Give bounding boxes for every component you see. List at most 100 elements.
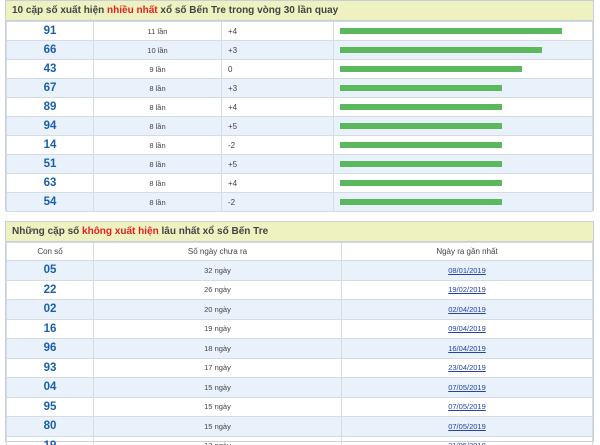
appearance-count: 10 lần [93, 40, 222, 60]
appearance-count: 9 lần [93, 59, 222, 79]
last-date-link[interactable]: 19/02/2019 [448, 285, 486, 294]
last-date-link[interactable]: 16/04/2019 [448, 344, 486, 353]
table-row: 80 15 ngày 07/05/2019 [6, 416, 593, 437]
last-date-cell: 07/05/2019 [341, 416, 593, 437]
title-text-end: xổ số Bến Tre trong vòng 30 lần quay [157, 5, 339, 16]
most-frequent-title: 10 cặp số xuất hiện nhiều nhất xổ số Bến… [6, 1, 593, 21]
table-row: 05 32 ngày 08/01/2019 [6, 260, 593, 281]
pair-number: 14 [6, 135, 94, 155]
last-date-link[interactable]: 07/05/2019 [448, 383, 486, 392]
change-value: +5 [221, 116, 334, 136]
frequency-bar [340, 161, 502, 167]
title-text: Những cặp số [12, 226, 83, 237]
pair-number: 93 [6, 357, 94, 378]
header-days: Số ngày chưa ra [93, 242, 342, 261]
table-row: 51 8 lần +5 [6, 154, 593, 174]
table-row: 93 17 ngày 23/04/2019 [6, 357, 593, 378]
appearance-count: 8 lần [93, 154, 222, 174]
table-row: 95 15 ngày 07/05/2019 [6, 396, 593, 417]
pair-number: 22 [6, 279, 94, 300]
table-row: 02 20 ngày 02/04/2019 [6, 299, 593, 320]
bar-cell [333, 21, 593, 41]
last-date-link[interactable]: 21/05/2019 [448, 441, 486, 445]
table-row: 67 8 lần +3 [6, 78, 593, 98]
days-absent: 15 ngày [93, 377, 342, 398]
most-frequent-table: 91 11 lần +4 66 10 lần +3 43 9 lần 0 67 8 lần +3 89 8… [6, 21, 593, 212]
bar-cell [333, 135, 593, 155]
change-value: +3 [221, 78, 334, 98]
frequency-bar [340, 85, 502, 91]
title-text-end: lâu nhất xổ số Bến Tre [158, 226, 269, 237]
appearance-count: 8 lần [93, 97, 222, 117]
pair-number: 91 [6, 21, 94, 41]
pair-number: 05 [6, 260, 94, 281]
pair-number: 96 [6, 338, 94, 359]
frequency-bar [340, 104, 502, 110]
table-row: 63 8 lần +4 [6, 173, 593, 193]
pair-number: 89 [6, 97, 94, 117]
days-absent: 17 ngày [93, 357, 342, 378]
bar-cell [333, 59, 593, 79]
last-date-cell: 08/01/2019 [341, 260, 593, 281]
header-date: Ngày ra gần nhất [341, 242, 593, 261]
days-absent: 32 ngày [93, 260, 342, 281]
last-date-link[interactable]: 02/04/2019 [448, 305, 486, 314]
last-date-cell: 19/02/2019 [341, 279, 593, 300]
change-value: 0 [221, 59, 334, 79]
most-frequent-panel: 10 cặp số xuất hiện nhiều nhất xổ số Bến… [5, 0, 594, 212]
pair-number: 54 [6, 192, 94, 212]
change-value: +4 [221, 97, 334, 117]
last-date-link[interactable]: 23/04/2019 [448, 363, 486, 372]
title-highlight: nhiều nhất [107, 5, 158, 16]
table-row: 14 8 lần -2 [6, 135, 593, 155]
change-value: +4 [221, 21, 334, 41]
last-date-link[interactable]: 07/05/2019 [448, 422, 486, 431]
pair-number: 43 [6, 59, 94, 79]
longest-absent-title: Những cặp số không xuất hiện lâu nhất xổ… [6, 222, 593, 242]
appearance-count: 8 lần [93, 192, 222, 212]
bar-cell [333, 192, 593, 212]
last-date-link[interactable]: 09/04/2019 [448, 324, 486, 333]
table-row: 1913 ngày 21/05/2019 [6, 435, 593, 445]
table-row: 66 10 lần +3 [6, 40, 593, 60]
frequency-bar [340, 66, 522, 72]
bar-cell [333, 78, 593, 98]
pair-number: 66 [6, 40, 94, 60]
pair-number: 63 [6, 173, 94, 193]
days-absent: 13 ngày [93, 435, 342, 445]
pair-number: 67 [6, 78, 94, 98]
appearance-count: 8 lần [93, 116, 222, 136]
last-date-cell: 07/05/2019 [341, 377, 593, 398]
table-header-row: Con số Số ngày chưa ra Ngày ra gần nhất [6, 242, 593, 261]
table-row: 22 26 ngày 19/02/2019 [6, 279, 593, 300]
frequency-bar [340, 123, 502, 129]
bar-cell [333, 40, 593, 60]
appearance-count: 8 lần [93, 78, 222, 98]
pair-number: 94 [6, 116, 94, 136]
pair-number: 19 [6, 435, 94, 445]
frequency-bar [340, 47, 542, 53]
table-row: 91 11 lần +4 [6, 21, 593, 41]
appearance-count: 11 lần [93, 21, 222, 41]
last-date-cell: 07/05/2019 [341, 396, 593, 417]
title-highlight: không xuất hiện [82, 226, 159, 237]
days-absent: 15 ngày [93, 396, 342, 417]
bar-cell [333, 173, 593, 193]
last-date-link[interactable]: 08/01/2019 [448, 266, 486, 275]
frequency-bar [340, 199, 502, 205]
last-date-cell: 16/04/2019 [341, 338, 593, 359]
pair-number: 95 [6, 396, 94, 417]
last-date-cell: 09/04/2019 [341, 318, 593, 339]
table-row: 04 15 ngày 07/05/2019 [6, 377, 593, 398]
table-row: 94 8 lần +5 [6, 116, 593, 136]
table-row: 89 8 lần +4 [6, 97, 593, 117]
pair-number: 02 [6, 299, 94, 320]
title-text: 10 cặp số xuất hiện [12, 5, 108, 16]
change-value: -2 [221, 192, 334, 212]
frequency-bar [340, 180, 502, 186]
pair-number: 51 [6, 154, 94, 174]
change-value: +3 [221, 40, 334, 60]
days-absent: 20 ngày [93, 299, 342, 320]
last-date-cell: 02/04/2019 [341, 299, 593, 320]
last-date-link[interactable]: 07/05/2019 [448, 402, 486, 411]
